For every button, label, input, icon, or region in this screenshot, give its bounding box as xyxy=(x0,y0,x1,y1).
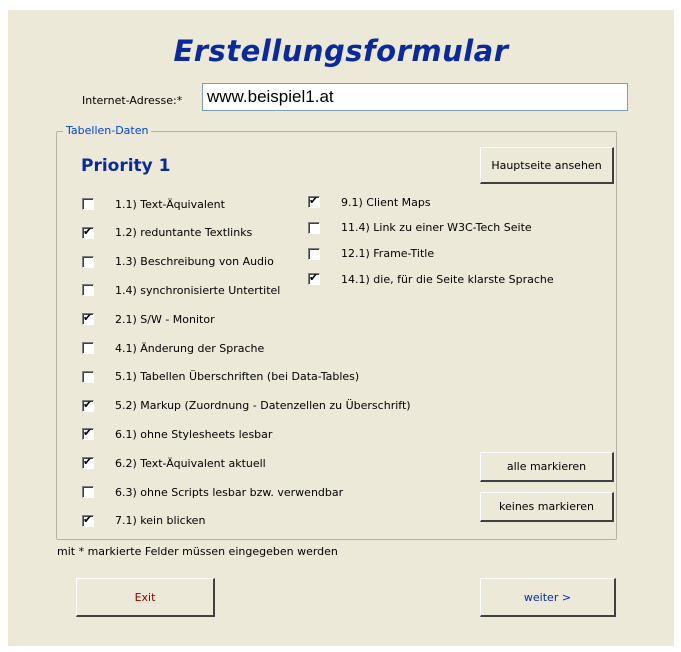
checkbox-checked[interactable] xyxy=(82,513,94,527)
checkbox-row[interactable]: 6.2) Text-Äquivalent aktuell xyxy=(82,455,266,471)
checkbox-label: 6.2) Text-Äquivalent aktuell xyxy=(115,456,266,470)
checkbox-label: 1.3) Beschreibung von Audio xyxy=(115,255,274,269)
checkbox-row[interactable]: 2.1) S/W - Monitor xyxy=(82,311,215,327)
checkbox-row[interactable]: 7.1) kein blicken xyxy=(82,513,205,529)
checkbox-row[interactable]: 4.1) Änderung der Sprache xyxy=(82,340,264,356)
select-none-button[interactable]: keines markieren xyxy=(480,492,614,522)
checkbox-row[interactable]: 1.4) synchronisierte Untertitel xyxy=(82,282,280,298)
checkbox-unchecked[interactable] xyxy=(308,247,320,260)
checkbox-checked[interactable] xyxy=(82,311,94,326)
checkbox-row[interactable]: 1.1) Text-Äquivalent xyxy=(82,196,225,212)
checkbox-label: 14.1) die, für die Seite klarste Sprache xyxy=(341,272,554,286)
checkbox-label: 6.1) ohne Stylesheets lesbar xyxy=(115,427,273,441)
checkbox-row[interactable]: 6.1) ohne Stylesheets lesbar xyxy=(82,426,272,442)
checkbox-checked[interactable] xyxy=(82,398,94,412)
url-input[interactable]: www.beispiel1.at xyxy=(202,83,628,111)
checkbox-checked[interactable] xyxy=(308,194,320,208)
checkbox-row[interactable]: 5.2) Markup (Zuordnung - Datenzellen zu … xyxy=(82,398,411,414)
checkbox-unchecked[interactable] xyxy=(82,255,94,268)
checkbox-checked[interactable] xyxy=(82,426,94,441)
checkbox-label: 1.2) reduntante Textlinks xyxy=(115,226,253,240)
checkbox-row[interactable]: 1.3) Beschreibung von Audio xyxy=(82,254,274,270)
checkbox-label: 5.1) Tabellen Überschriften (bei Data-Ta… xyxy=(115,370,360,384)
form-window: Erstellungsformular Internet-Adresse:* w… xyxy=(8,10,674,646)
checkbox-unchecked[interactable] xyxy=(82,198,94,210)
checkbox-label: 5.2) Markup (Zuordnung - Datenzellen zu … xyxy=(115,399,411,413)
checkbox-checked[interactable] xyxy=(308,271,320,286)
priority-heading: Priority 1 xyxy=(81,156,171,176)
checkbox-label: 1.4) synchronisierte Untertitel xyxy=(115,283,281,297)
checkbox-checked[interactable] xyxy=(82,455,94,470)
required-fields-note: mit * markierte Felder müssen eingegeben… xyxy=(57,545,338,558)
checkbox-row[interactable]: 11.4) Link zu einer W3C-Tech Seite xyxy=(308,220,532,236)
checkbox-label: 11.4) Link zu einer W3C-Tech Seite xyxy=(341,221,532,235)
checkbox-unchecked[interactable] xyxy=(308,221,320,234)
exit-button[interactable]: Exit xyxy=(76,578,215,617)
checkbox-unchecked[interactable] xyxy=(82,486,94,498)
checkbox-row[interactable]: 14.1) die, für die Seite klarste Sprache xyxy=(308,271,554,287)
checkbox-label: 2.1) S/W - Monitor xyxy=(115,312,215,326)
checkbox-label: 4.1) Änderung der Sprache xyxy=(115,341,265,355)
checkbox-row[interactable]: 1.2) reduntante Textlinks xyxy=(82,225,252,241)
checkbox-unchecked[interactable] xyxy=(82,342,94,354)
form-title: Erstellungsformular xyxy=(173,34,509,68)
checkbox-unchecked[interactable] xyxy=(82,284,94,297)
next-button[interactable]: weiter > xyxy=(480,578,616,617)
checkbox-label: 12.1) Frame-Title xyxy=(341,247,435,261)
checkbox-label: 9.1) Client Maps xyxy=(341,195,431,209)
select-all-button[interactable]: alle markieren xyxy=(480,452,614,482)
checkbox-label: 1.1) Text-Äquivalent xyxy=(115,197,225,211)
checkbox-unchecked[interactable] xyxy=(82,370,94,383)
checkbox-row[interactable]: 6.3) ohne Scripts lesbar bzw. verwendbar xyxy=(82,484,343,500)
url-label: Internet-Adresse:* xyxy=(82,94,183,107)
checkbox-row[interactable]: 12.1) Frame-Title xyxy=(308,246,434,262)
checkbox-row[interactable]: 5.1) Tabellen Überschriften (bei Data-Ta… xyxy=(82,369,359,385)
checkbox-label: 6.3) ohne Scripts lesbar bzw. verwendbar xyxy=(115,485,344,499)
group-legend: Tabellen-Daten xyxy=(63,124,152,137)
checkbox-checked[interactable] xyxy=(82,225,94,239)
checkbox-label: 7.1) kein blicken xyxy=(115,514,206,528)
view-main-page-button[interactable]: Hauptseite ansehen xyxy=(480,147,614,184)
checkbox-row[interactable]: 9.1) Client Maps xyxy=(308,194,431,210)
